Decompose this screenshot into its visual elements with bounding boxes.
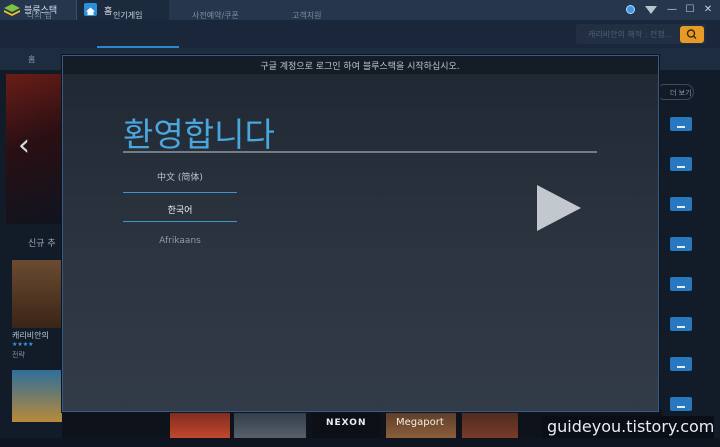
download-button[interactable]	[670, 117, 692, 131]
download-icon	[677, 279, 685, 288]
nav-tab-preregister[interactable]: 사전예약/쿠폰	[192, 10, 239, 21]
maximize-icon[interactable]: ☐	[683, 3, 697, 17]
language-selection-top-line	[123, 192, 237, 193]
download-icon	[677, 119, 685, 128]
nav-tab-support[interactable]: 고객지원	[292, 10, 321, 21]
download-button[interactable]	[670, 157, 692, 171]
welcome-title: 환영합니다	[123, 115, 275, 154]
download-icon	[677, 399, 685, 408]
download-button[interactable]	[670, 277, 692, 291]
language-option-chinese[interactable]: 中文 (简体)	[123, 170, 237, 183]
search-icon	[686, 29, 697, 39]
dialog-header-text: 구글 계정으로 로그인 하여 블루스택을 시작하십시오.	[260, 62, 460, 72]
strip-game-tile[interactable]	[462, 410, 518, 438]
download-icon	[677, 159, 685, 168]
game-thumbnail[interactable]	[12, 260, 62, 328]
rating-stars-icon: ★★★★	[12, 341, 34, 348]
game-name[interactable]: 캐리비안의	[12, 330, 49, 341]
download-icon	[677, 319, 685, 328]
language-option-korean[interactable]: 한국어	[123, 203, 237, 216]
search-button[interactable]	[680, 26, 704, 43]
bluestacks-logo-icon	[4, 4, 20, 16]
wifi-icon[interactable]	[645, 6, 657, 14]
download-icon	[677, 199, 685, 208]
download-icon	[677, 359, 685, 368]
nexon-label: NEXON	[326, 418, 367, 428]
download-button[interactable]	[670, 197, 692, 211]
welcome-divider	[123, 151, 597, 153]
nav-tab-my-apps[interactable]: 나의 앱	[27, 10, 52, 21]
close-icon[interactable]: ✕	[701, 3, 715, 17]
language-selection-bottom-line	[123, 221, 237, 222]
download-icon	[677, 239, 685, 248]
carousel-prev-icon[interactable]: ‹	[18, 128, 30, 163]
game-thumbnail-2[interactable]	[12, 370, 62, 422]
more-button[interactable]: 더 보기	[656, 84, 694, 100]
strip-game-tile[interactable]	[234, 410, 306, 438]
megaport-label: Megaport	[396, 417, 444, 428]
strip-game-tile[interactable]	[170, 410, 230, 438]
nav-tab-popular-games[interactable]: 인기게임	[113, 10, 142, 21]
bluestacks-window: 블루스택 홈 — ☐ ✕ 나의 앱 인기게임 사전예약/쿠폰 고객지원 캐리비안…	[0, 0, 720, 447]
download-button[interactable]	[670, 357, 692, 371]
search-placeholder: 캐리비안의 해적 : 전쟁...	[588, 30, 673, 39]
language-option-afrikaans[interactable]: Afrikaans	[123, 236, 237, 246]
download-button[interactable]	[670, 237, 692, 251]
home-tab-label: 홈	[104, 7, 113, 17]
home-icon	[84, 3, 97, 16]
notification-dot-icon[interactable]	[626, 5, 635, 14]
download-button[interactable]	[670, 397, 692, 411]
game-category: 전략	[12, 351, 25, 359]
status-bar	[0, 438, 720, 447]
featured-banner[interactable]	[6, 74, 62, 224]
section-title: 신규 추	[28, 239, 56, 249]
download-button[interactable]	[670, 317, 692, 331]
next-arrow-icon[interactable]	[537, 185, 581, 231]
minimize-icon[interactable]: —	[665, 3, 679, 17]
watermark-text: guideyou.tistory.com	[547, 417, 715, 436]
